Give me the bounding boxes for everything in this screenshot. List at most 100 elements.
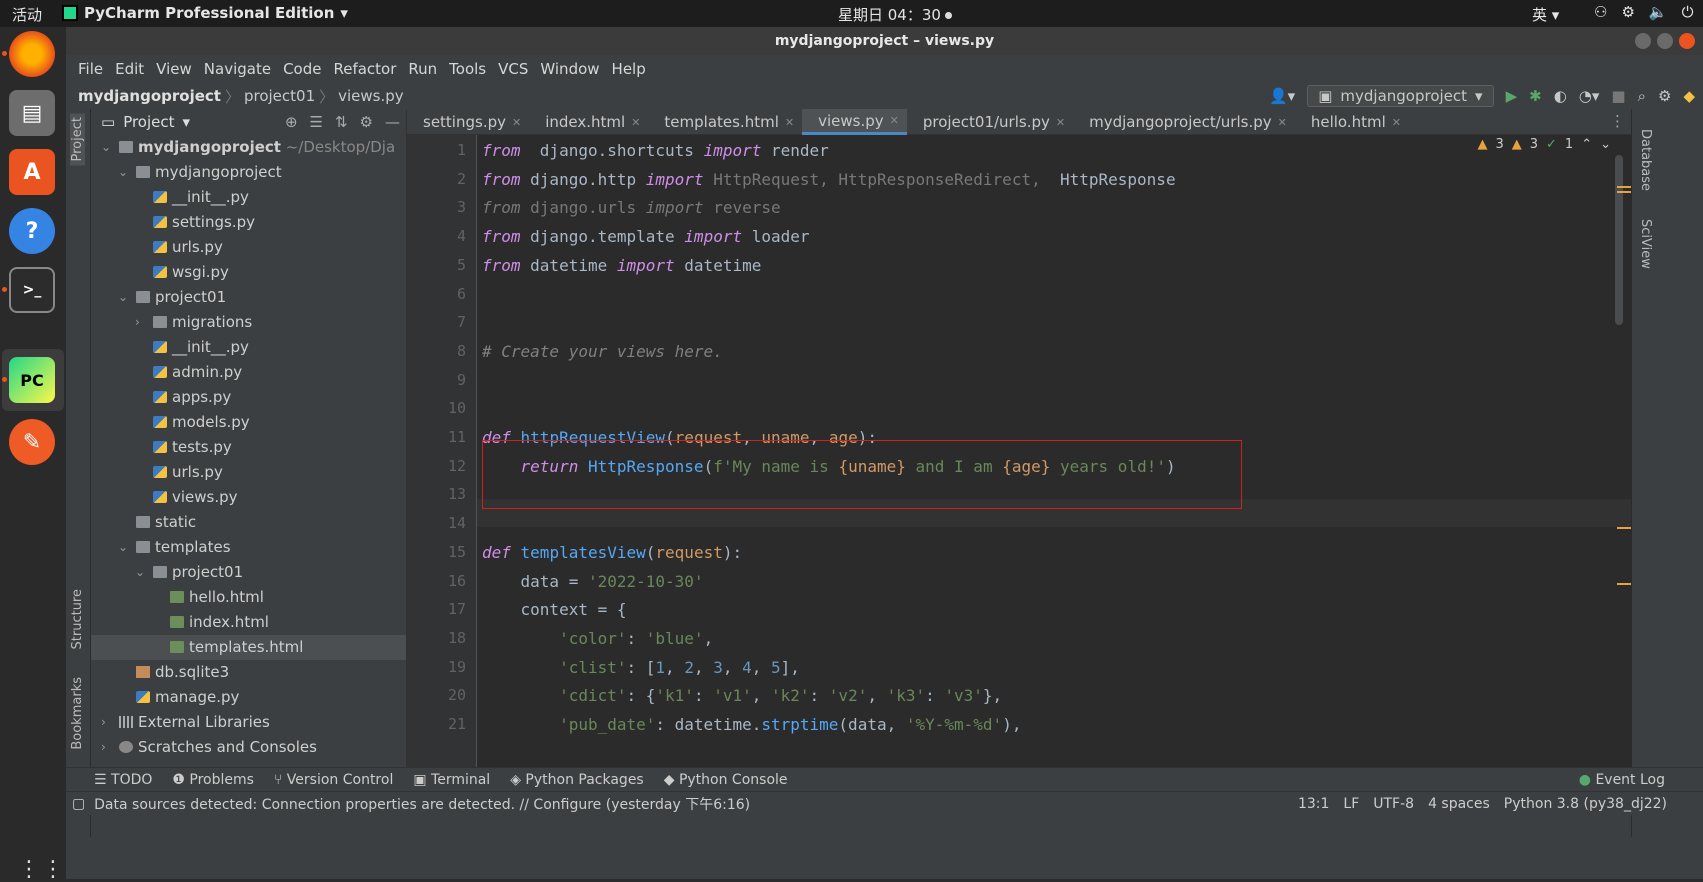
tree-item[interactable]: settings.py [91, 210, 406, 235]
python-packages-tab[interactable]: ◈ Python Packages [510, 772, 644, 788]
user-icon[interactable]: 👤▾ [1269, 87, 1295, 105]
tree-item[interactable]: ⌄ mydjangoproject [91, 160, 406, 185]
error-stripe-mark[interactable] [1617, 191, 1631, 193]
error-stripe-mark[interactable] [1617, 186, 1631, 188]
close-icon[interactable]: ✕ [1278, 116, 1287, 129]
chevron-down-icon[interactable]: ⌄ [101, 135, 115, 160]
menu-tools[interactable]: Tools [443, 60, 492, 78]
chevron-down-icon[interactable]: ⌄ [118, 160, 132, 185]
tree-item[interactable]: urls.py [91, 460, 406, 485]
editor-tab[interactable]: index.html ✕ [529, 109, 648, 135]
postman-icon[interactable]: ✎ [9, 419, 55, 465]
tree-item[interactable]: models.py [91, 410, 406, 435]
close-icon[interactable]: ✕ [785, 116, 794, 129]
coverage-icon[interactable]: ◐ [1554, 87, 1567, 105]
tree-item[interactable]: __init__.py [91, 335, 406, 360]
maximize-button[interactable] [1657, 33, 1673, 49]
tree-item[interactable]: apps.py [91, 385, 406, 410]
more-tabs-icon[interactable]: ⋮ [1610, 112, 1625, 130]
clock[interactable]: 星期日 04：30 [838, 4, 952, 25]
run-icon[interactable]: ▶ [1506, 87, 1518, 105]
pycharm-dock-icon[interactable]: PC [9, 357, 55, 403]
debug-icon[interactable]: ✱ [1529, 87, 1542, 105]
tree-item[interactable]: manage.py [91, 685, 406, 710]
gear-icon[interactable]: ⚙ [1658, 87, 1671, 105]
indent-setting[interactable]: 4 spaces [1428, 796, 1490, 812]
event-log-tab[interactable]: ● Event Log [1579, 772, 1665, 788]
tree-item[interactable]: static [91, 510, 406, 535]
close-icon[interactable]: ✕ [1392, 116, 1401, 129]
editor-tab[interactable]: templates.html ✕ [648, 109, 802, 135]
version-control-tab[interactable]: ⑂ Version Control [274, 772, 393, 788]
project-tool-tab[interactable]: Project [70, 113, 85, 166]
file-encoding[interactable]: UTF-8 [1373, 796, 1414, 812]
search-icon[interactable]: ⌕ [1638, 87, 1646, 105]
tree-item[interactable]: ⌄ templates [91, 535, 406, 560]
caret-position[interactable]: 13:1 [1298, 796, 1329, 812]
layout-icon[interactable]: ▢ [72, 796, 85, 812]
tree-item[interactable]: admin.py [91, 360, 406, 385]
code-editor[interactable]: 1 2 3 4 5 6 7 8 9 10 11 12 13 14 15 16 17 18 19 20 21 from d… [407, 135, 1631, 767]
software-icon[interactable]: A [9, 149, 55, 195]
collapse-all-icon[interactable]: ⇅ [335, 113, 348, 131]
tree-item[interactable]: index.html [91, 610, 406, 635]
menu-run[interactable]: Run [402, 60, 443, 78]
close-icon[interactable]: ✕ [1056, 116, 1065, 129]
database-tool-tab[interactable]: Database [1638, 129, 1653, 191]
chevron-right-icon[interactable]: › [101, 735, 115, 760]
tree-item[interactable]: ⌄ mydjangoproject ~/Desktop/Dja [91, 135, 406, 160]
profile-icon[interactable]: ◔▾ [1579, 87, 1600, 105]
chevron-down-icon[interactable]: ⌄ [118, 285, 132, 310]
close-icon[interactable]: ✕ [631, 116, 640, 129]
breadcrumb-file[interactable]: views.py [338, 87, 404, 105]
close-icon[interactable]: ✕ [512, 116, 521, 129]
tree-item[interactable]: ⌄ project01 [91, 285, 406, 310]
tree-item[interactable]: tests.py [91, 435, 406, 460]
menu-file[interactable]: File [72, 60, 109, 78]
tree-item[interactable]: ⌄ project01 [91, 560, 406, 585]
sciview-tool-tab[interactable]: SciView [1638, 219, 1653, 269]
run-config-select[interactable]: ▣ mydjangoproject ▾ [1307, 85, 1494, 107]
tree-item[interactable]: db.sqlite3 [91, 660, 406, 685]
files-icon[interactable]: ▤ [9, 90, 55, 136]
tree-item[interactable]: hello.html [91, 585, 406, 610]
hide-icon[interactable]: — [385, 113, 400, 131]
editor-tab[interactable]: views.py ✕ [802, 109, 907, 135]
menu-window[interactable]: Window [534, 60, 605, 78]
todo-tab[interactable]: ☰ TODO [94, 772, 152, 788]
chevron-right-icon[interactable]: › [135, 310, 149, 335]
problems-tab[interactable]: ❶ Problems [172, 772, 254, 788]
close-icon[interactable]: ✕ [890, 114, 899, 127]
firefox-icon[interactable] [9, 31, 55, 77]
menu-refactor[interactable]: Refactor [327, 60, 402, 78]
line-separator[interactable]: LF [1343, 796, 1359, 812]
breadcrumb-folder[interactable]: project01 [244, 87, 315, 105]
input-method[interactable]: 英 ▾ [1532, 4, 1559, 25]
status-message[interactable]: Data sources detected: Connection proper… [94, 794, 750, 814]
vertical-scrollbar[interactable] [1615, 155, 1623, 325]
structure-tool-tab[interactable]: Structure [70, 589, 85, 649]
tree-item[interactable]: templates.html [91, 635, 406, 660]
error-stripe-mark[interactable] [1617, 527, 1631, 529]
expand-all-icon[interactable]: ☰ [310, 113, 323, 131]
editor-tab[interactable]: hello.html ✕ [1295, 109, 1409, 135]
chevron-up-icon[interactable]: ⌃ [1581, 137, 1592, 152]
menu-help[interactable]: Help [606, 60, 652, 78]
menu-vcs[interactable]: VCS [492, 60, 534, 78]
tree-item[interactable]: › External Libraries [91, 710, 406, 735]
project-panel-title[interactable]: Project [123, 113, 174, 131]
python-icon[interactable]: ◆ [1683, 87, 1695, 105]
editor-tab[interactable]: settings.py ✕ [407, 109, 529, 135]
menu-code[interactable]: Code [277, 60, 327, 78]
terminal-tab[interactable]: ▣ Terminal [413, 772, 490, 788]
minimize-button[interactable] [1635, 33, 1651, 49]
chevron-down-icon[interactable]: ▾ [183, 113, 191, 131]
tree-item[interactable]: __init__.py [91, 185, 406, 210]
bookmarks-tool-tab[interactable]: Bookmarks [70, 677, 85, 750]
python-console-tab[interactable]: ◆ Python Console [664, 772, 788, 788]
chevron-down-icon[interactable]: ⌄ [135, 560, 149, 585]
locate-icon[interactable]: ⊕ [285, 113, 298, 131]
tree-item[interactable]: views.py [91, 485, 406, 510]
tree-item[interactable]: urls.py [91, 235, 406, 260]
gear-icon[interactable]: ⚙ [360, 113, 373, 131]
